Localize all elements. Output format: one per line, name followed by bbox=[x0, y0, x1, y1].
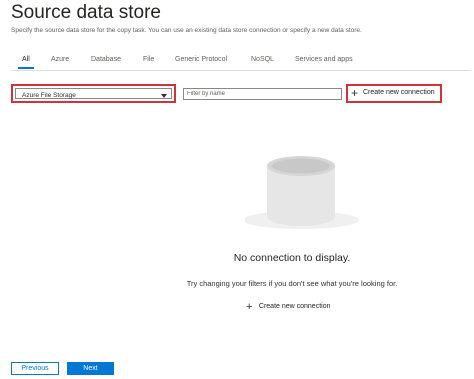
create-new-connection-label: Create new connection bbox=[363, 89, 435, 96]
chevron-down-icon bbox=[161, 94, 167, 98]
database-cylinder-icon bbox=[243, 152, 363, 237]
store-type-selected-value: Azure File Storage bbox=[22, 92, 76, 99]
previous-button[interactable]: Previous bbox=[11, 362, 59, 375]
tab-database[interactable]: Database bbox=[91, 56, 121, 63]
empty-state-create-connection-label: Create new connection bbox=[258, 303, 331, 311]
tab-file[interactable]: File bbox=[143, 56, 154, 63]
store-type-dropdown[interactable]: Azure File Storage bbox=[11, 84, 176, 103]
plus-icon: + bbox=[351, 86, 359, 100]
page-subtitle: Specify the source data store for the co… bbox=[11, 27, 362, 34]
tab-nosql[interactable]: NoSQL bbox=[251, 56, 274, 63]
filter-by-name-input[interactable] bbox=[183, 88, 342, 100]
tab-bar: All Azure Database File Generic Protocol… bbox=[0, 54, 474, 70]
page-title: Source data store bbox=[11, 2, 161, 23]
tab-divider bbox=[11, 70, 471, 71]
tab-all[interactable]: All bbox=[18, 56, 34, 69]
tab-azure[interactable]: Azure bbox=[51, 56, 69, 63]
empty-state-create-connection-link[interactable]: + Create new connection bbox=[246, 298, 331, 313]
tab-generic-protocol[interactable]: Generic Protocol bbox=[175, 56, 227, 63]
empty-state-title: No connection to display. bbox=[233, 252, 351, 264]
create-new-connection-button[interactable]: + Create new connection bbox=[346, 84, 442, 103]
empty-state-hint: Try changing your filters if you don't s… bbox=[186, 279, 398, 288]
next-button[interactable]: Next bbox=[67, 362, 114, 375]
plus-icon: + bbox=[246, 300, 253, 313]
tab-services-and-apps[interactable]: Services and apps bbox=[295, 56, 353, 63]
